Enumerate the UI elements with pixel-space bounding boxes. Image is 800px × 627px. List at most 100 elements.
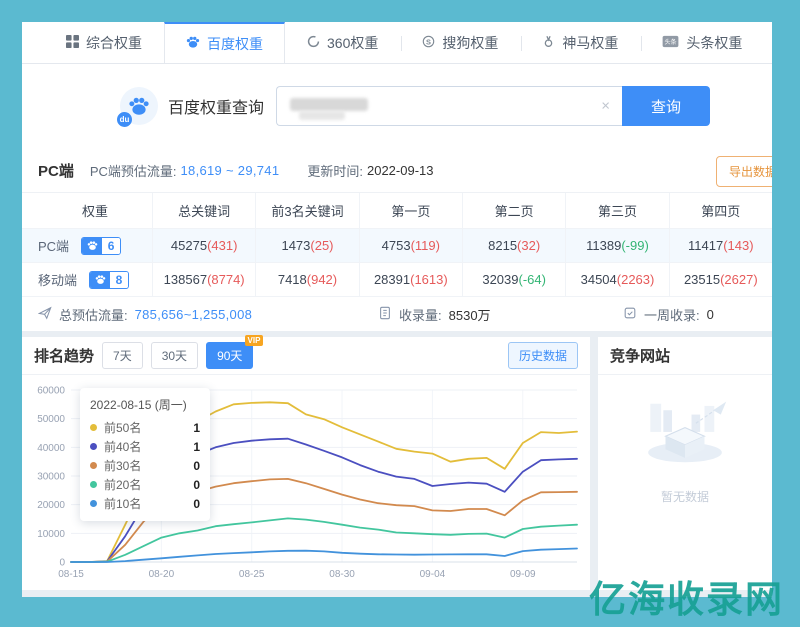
baidu-paw-icon [186,35,200,52]
paper-plane-icon [38,306,52,323]
censored-query-blur [290,98,368,111]
table-row-pc: PC端 6 45275(431) 1473(25) 4753(119) 8215… [22,229,772,263]
update-label: 更新时间: [307,161,363,180]
competitor-header: 竞争网站 [598,337,772,375]
pc-link[interactable]: PC端 [38,236,69,255]
baidu-weight-badge: 6 [81,237,121,255]
series-dot [90,462,97,469]
svg-text:S: S [426,37,431,46]
svg-text:08-25: 08-25 [239,569,265,580]
tab-label: 360权重 [327,33,378,53]
col-header: 前3名关键词 [255,193,358,228]
trend-header: 排名趋势 7天 30天 90天VIP 历史数据 [22,337,590,375]
top-card: 综合权重 百度权重 360权重 S 搜狗权重 神马权重 头条 头条权重 [22,22,772,331]
tooltip-row: 前30名0 [90,456,200,475]
tab-toutiao-weight[interactable]: 头条 头条权重 [640,22,764,63]
svg-text:40000: 40000 [37,443,65,454]
cell: 34504(2263) [565,263,668,296]
history-data-button[interactable]: 历史数据 [508,342,578,369]
index-label: 收录量: [399,305,442,324]
svg-text:08-20: 08-20 [149,569,175,580]
cell: 28391(1613) [359,263,462,296]
svg-text:09-09: 09-09 [510,569,536,580]
col-header: 第三页 [565,193,668,228]
total-traffic-value: 785,656~1,255,008 [135,307,253,322]
col-header: 第四页 [669,193,772,228]
tab-shenma-weight[interactable]: 神马权重 [520,22,640,63]
svg-text:09-04: 09-04 [420,569,446,580]
calendar-check-icon [623,306,637,323]
cell: 138567(8774) [152,263,255,296]
tab-baidu-weight[interactable]: 百度权重 [164,22,285,63]
index-count: 收录量: 8530万 [378,305,623,324]
tab-label: 神马权重 [562,33,618,53]
col-header: 总关键词 [152,193,255,228]
total-traffic-label: 总预估流量: [59,305,128,324]
vip-tag: VIP [245,335,264,346]
svg-text:30000: 30000 [37,472,65,483]
series-dot [90,424,97,431]
rank-trend-panel: 排名趋势 7天 30天 90天VIP 历史数据 0100002000030000… [22,337,590,590]
svg-text:08-15: 08-15 [58,569,84,580]
export-data-button[interactable]: 导出数据 [716,156,772,187]
grid-icon [66,35,79,51]
cell: 4753(119) [359,229,462,262]
circle-360-icon [307,35,320,51]
paw-icon [82,238,102,254]
baidu-logo-icon: du [120,87,158,125]
empty-state: 暂无数据 [598,375,772,505]
toutiao-icon: 头条 [662,35,679,51]
query-button[interactable]: 查询 [622,86,710,126]
table-row-mobile: 移动端 8 138567(8774) 7418(942) 28391(1613)… [22,263,772,297]
col-header: 第二页 [462,193,565,228]
cell: 7418(942) [255,263,358,296]
competitor-panel: 竞争网站 暂无数据 [598,337,772,590]
search-section: du 百度权重查询 × 查询 [22,64,772,148]
document-icon [378,306,392,323]
tab-label: 综合权重 [86,33,142,53]
series-dot [90,481,97,488]
cell: 1473(25) [255,229,358,262]
content-frame: 综合权重 百度权重 360权重 S 搜狗权重 神马权重 头条 头条权重 [22,22,772,597]
search-title: 百度权重查询 [168,94,264,118]
tooltip-row: 前10名0 [90,494,200,513]
site-watermark: 亿海收录网 [589,569,784,623]
cell: 23515(2627) [669,263,772,296]
cell: 11417(143) [669,229,772,262]
range-30d-button[interactable]: 30天 [151,342,198,369]
cell: 8215(32) [462,229,565,262]
range-7d-button[interactable]: 7天 [102,342,143,369]
tooltip-row: 前40名1 [90,437,200,456]
sogou-s-icon: S [422,35,435,51]
page: { "tabs": [ {"label":"综合权重","icon":"grid… [0,0,800,627]
tab-sogou-weight[interactable]: S 搜狗权重 [400,22,520,63]
bottom-panels: 排名趋势 7天 30天 90天VIP 历史数据 0100002000030000… [22,337,772,590]
svg-text:50000: 50000 [37,414,65,425]
series-dot [90,500,97,507]
search-input[interactable]: × [276,86,622,126]
cell: 45275(431) [152,229,255,262]
paw-icon [90,272,110,288]
baidu-du-badge: du [117,112,132,127]
table-header-row: 权重 总关键词 前3名关键词 第一页 第二页 第三页 第四页 [22,193,772,229]
range-90d-button[interactable]: 90天VIP [206,342,253,369]
cell: 11389(-99) [565,229,668,262]
mobile-link[interactable]: 移动端 [38,270,77,289]
trend-chart: 010000200003000040000500006000008-1508-2… [22,375,590,593]
device-label: PC端 [38,160,74,181]
weight-value: 6 [102,238,120,254]
svg-text:08-30: 08-30 [329,569,355,580]
traffic-value: 18,619 ~ 29,741 [181,163,280,178]
index-value: 8530万 [449,305,491,324]
traffic-label: PC端预估流量: [90,161,177,180]
tab-composite-weight[interactable]: 综合权重 [44,22,164,63]
baidu-weight-badge: 8 [89,271,129,289]
svg-text:20000: 20000 [37,500,65,511]
series-dot [90,443,97,450]
competitor-title: 竞争网站 [610,345,670,366]
censored-query-blur [299,111,345,120]
tab-360-weight[interactable]: 360权重 [285,22,400,63]
shenma-icon [542,35,555,51]
totals-row: 总预估流量: 785,656~1,255,008 收录量: 8530万 一周收录… [22,297,772,331]
clear-input-icon[interactable]: × [601,98,610,115]
